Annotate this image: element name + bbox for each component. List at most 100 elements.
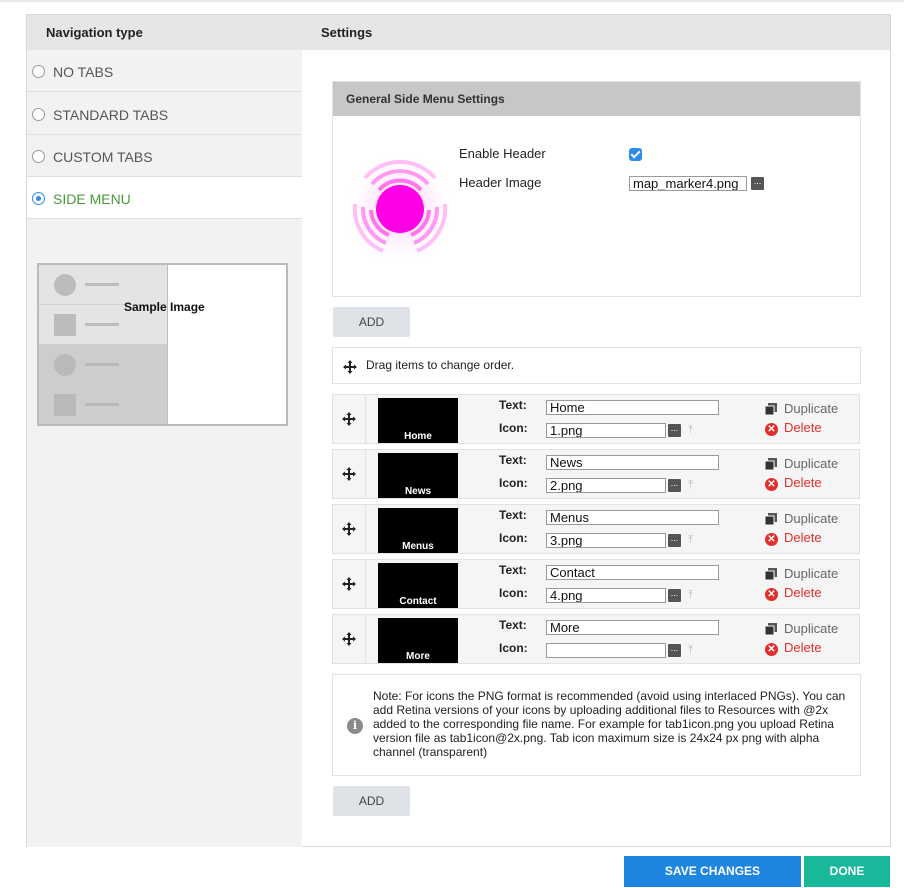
item-icon-field[interactable] (546, 643, 666, 658)
item-thumbnail: More (378, 618, 458, 663)
thumbnail-label: Menus (402, 541, 434, 552)
drag-handle[interactable] (333, 395, 366, 443)
menu-item-row: Home Text: Home Icon: 1.png ... ⤒ Duplic… (332, 394, 860, 444)
upload-icon[interactable]: ⤒ (685, 589, 696, 601)
navigation-type-heading: Navigation type (46, 25, 143, 40)
sample-row (39, 385, 168, 424)
info-icon: i (347, 718, 363, 734)
info-note-text: Note: For icons the PNG format is recomm… (373, 689, 846, 759)
browse-button[interactable]: ... (668, 644, 681, 657)
menu-item-row: More Text: More Icon: ... ⤒ Duplicate ✕ … (332, 614, 860, 664)
header-image-field[interactable]: map_marker4.png (629, 176, 747, 191)
browse-button[interactable]: ... (751, 177, 764, 190)
general-settings-header: General Side Menu Settings (333, 82, 860, 116)
info-note-box: i Note: For icons the PNG format is reco… (332, 674, 861, 776)
radio-icon[interactable] (32, 65, 45, 78)
item-text-field[interactable]: More (546, 620, 719, 635)
add-button-top[interactable]: ADD (333, 307, 410, 337)
item-text-field[interactable]: Menus (546, 510, 719, 525)
circle-icon (54, 274, 76, 296)
enable-header-checkbox[interactable] (629, 148, 642, 161)
move-icon[interactable] (342, 577, 356, 591)
upload-icon[interactable]: ⤒ (685, 534, 696, 546)
delete-button[interactable]: Delete (784, 420, 822, 435)
general-settings-title: General Side Menu Settings (346, 92, 505, 106)
item-text-field[interactable]: News (546, 455, 719, 470)
drag-handle[interactable] (333, 450, 366, 498)
header-image-label: Header Image (459, 175, 542, 190)
delete-button[interactable]: Delete (784, 475, 822, 490)
menu-item-row: Menus Text: Menus Icon: 3.png ... ⤒ Dupl… (332, 504, 860, 554)
nav-option-standard-tabs[interactable]: STANDARD TABS (27, 93, 302, 135)
browse-button[interactable]: ... (668, 479, 681, 492)
text-label: Text: (499, 563, 527, 577)
radio-icon[interactable] (32, 108, 45, 121)
drag-handle[interactable] (333, 615, 366, 663)
duplicate-icon[interactable] (765, 458, 777, 470)
delete-button[interactable]: Delete (784, 640, 822, 655)
duplicate-button[interactable]: Duplicate (784, 566, 838, 581)
add-button-bottom[interactable]: ADD (333, 786, 410, 816)
duplicate-button[interactable]: Duplicate (784, 401, 838, 416)
line-icon (85, 363, 119, 366)
upload-icon[interactable]: ⤒ (685, 479, 696, 491)
icon-label: Icon: (499, 421, 528, 435)
radio-selected-icon[interactable] (32, 192, 45, 205)
item-thumbnail: Contact (378, 563, 458, 608)
sample-image-label: Sample Image (124, 300, 205, 314)
sample-row (39, 345, 168, 385)
move-icon[interactable] (342, 522, 356, 536)
delete-icon[interactable]: ✕ (765, 478, 778, 491)
drag-handle[interactable] (333, 560, 366, 608)
delete-button[interactable]: Delete (784, 530, 822, 545)
duplicate-icon[interactable] (765, 403, 777, 415)
move-icon[interactable] (342, 632, 356, 646)
browse-button[interactable]: ... (668, 589, 681, 602)
thumbnail-label: Home (404, 431, 432, 442)
nav-option-label: SIDE MENU (53, 191, 131, 207)
nav-option-custom-tabs[interactable]: CUSTOM TABS (27, 135, 302, 177)
item-icon-field[interactable]: 1.png (546, 423, 666, 438)
duplicate-icon[interactable] (765, 513, 777, 525)
icon-label: Icon: (499, 641, 528, 655)
item-icon-field[interactable]: 3.png (546, 533, 666, 548)
save-changes-button[interactable]: SAVE CHANGES (624, 856, 801, 887)
general-settings-box: General Side Menu Settings Enable Header… (332, 81, 861, 297)
delete-icon[interactable]: ✕ (765, 533, 778, 546)
text-label: Text: (499, 618, 527, 632)
delete-button[interactable]: Delete (784, 585, 822, 600)
item-icon-field[interactable]: 4.png (546, 588, 666, 603)
browse-button[interactable]: ... (668, 424, 681, 437)
duplicate-button[interactable]: Duplicate (784, 511, 838, 526)
move-icon[interactable] (342, 467, 356, 481)
navigation-type-sidebar: NO TABS STANDARD TABS CUSTOM TABS SIDE M… (27, 50, 302, 847)
menu-item-row: News Text: News Icon: 2.png ... ⤒ Duplic… (332, 449, 860, 499)
browse-button[interactable]: ... (668, 534, 681, 547)
move-icon[interactable] (342, 412, 356, 426)
nav-option-label: STANDARD TABS (53, 107, 169, 123)
header-image-preview (342, 151, 458, 267)
line-icon (85, 323, 119, 326)
upload-icon[interactable]: ⤒ (685, 424, 696, 436)
duplicate-icon[interactable] (765, 623, 777, 635)
done-button[interactable]: DONE (804, 856, 890, 887)
delete-icon[interactable]: ✕ (765, 643, 778, 656)
sample-row (39, 265, 168, 305)
icon-label: Icon: (499, 476, 528, 490)
delete-icon[interactable]: ✕ (765, 588, 778, 601)
radio-icon[interactable] (32, 150, 45, 163)
item-text-field[interactable]: Home (546, 400, 719, 415)
item-thumbnail: News (378, 453, 458, 498)
text-label: Text: (499, 398, 527, 412)
nav-option-side-menu[interactable]: SIDE MENU (27, 177, 302, 219)
duplicate-button[interactable]: Duplicate (784, 456, 838, 471)
delete-icon[interactable]: ✕ (765, 423, 778, 436)
drag-handle[interactable] (333, 505, 366, 553)
upload-icon[interactable]: ⤒ (685, 644, 696, 656)
duplicate-icon[interactable] (765, 568, 777, 580)
item-icon-field[interactable]: 2.png (546, 478, 666, 493)
item-text-field[interactable]: Contact (546, 565, 719, 580)
duplicate-button[interactable]: Duplicate (784, 621, 838, 636)
drag-hint-box: Drag items to change order. (332, 347, 861, 384)
nav-option-no-tabs[interactable]: NO TABS (27, 50, 302, 92)
